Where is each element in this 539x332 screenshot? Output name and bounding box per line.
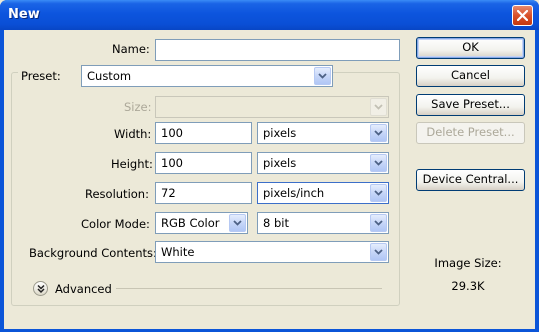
double-chevron-down-icon <box>37 284 45 294</box>
new-document-dialog: New Name: Preset: Custom Size: Width: 10… <box>0 0 539 332</box>
device-central-button[interactable]: Device Central... <box>416 169 525 191</box>
chevron-down-icon[interactable] <box>370 124 387 142</box>
ok-button[interactable]: OK <box>416 37 525 59</box>
save-preset-button[interactable]: Save Preset... <box>416 94 525 116</box>
image-size-label: Image Size: <box>434 256 502 270</box>
chevron-down-icon[interactable] <box>370 184 387 202</box>
advanced-expand-button[interactable] <box>33 281 48 296</box>
chevron-down-icon[interactable] <box>370 243 387 261</box>
background-contents-label: Background Contents: <box>29 246 157 260</box>
chevron-down-icon <box>370 98 387 116</box>
width-label: Width: <box>114 127 152 141</box>
width-unit-select[interactable]: pixels <box>257 122 389 144</box>
height-unit-select[interactable]: pixels <box>257 152 389 174</box>
preset-select[interactable]: Custom <box>81 65 333 87</box>
chevron-down-icon[interactable] <box>314 67 331 85</box>
color-mode-label: Color Mode: <box>81 217 150 231</box>
color-mode-select[interactable]: RGB Color <box>155 212 248 234</box>
height-label: Height: <box>111 157 153 171</box>
name-label: Name: <box>112 42 150 56</box>
advanced-divider <box>116 288 382 289</box>
close-button[interactable] <box>512 5 533 26</box>
name-input[interactable] <box>155 39 400 61</box>
resolution-input[interactable]: 72 <box>155 182 252 204</box>
cancel-button[interactable]: Cancel <box>416 65 525 87</box>
image-size-value: 29.3K <box>451 279 485 293</box>
advanced-label[interactable]: Advanced <box>55 282 112 296</box>
preset-label: Preset: <box>21 69 61 83</box>
width-input[interactable]: 100 <box>155 122 252 144</box>
chevron-down-icon[interactable] <box>370 214 387 232</box>
resolution-unit-select[interactable]: pixels/inch <box>257 182 389 204</box>
size-label: Size: <box>124 100 152 114</box>
bit-depth-select[interactable]: 8 bit <box>257 212 389 234</box>
close-icon <box>517 10 528 21</box>
dialog-client: Name: Preset: Custom Size: Width: 100 pi… <box>4 30 535 329</box>
resolution-label: Resolution: <box>85 187 149 201</box>
chevron-down-icon[interactable] <box>370 154 387 172</box>
background-contents-select[interactable]: White <box>155 241 389 263</box>
title-bar[interactable]: New <box>0 0 539 30</box>
chevron-down-icon[interactable] <box>229 214 246 232</box>
window-title: New <box>8 7 40 22</box>
height-input[interactable]: 100 <box>155 152 252 174</box>
delete-preset-button: Delete Preset... <box>416 122 525 144</box>
size-select <box>155 96 389 118</box>
